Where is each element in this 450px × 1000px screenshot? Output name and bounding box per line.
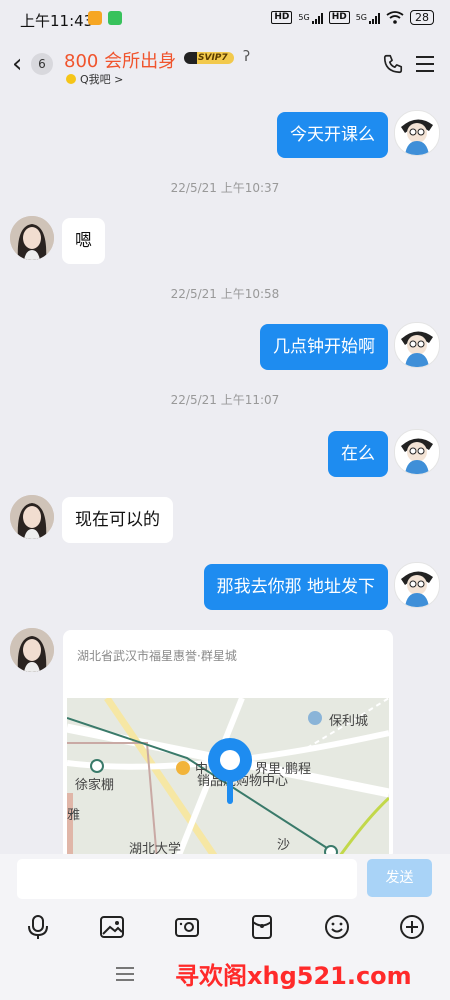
ear-icon[interactable]: ʔ (243, 49, 250, 65)
message-bubble-sent[interactable]: 几点钟开始啊 (260, 324, 388, 370)
network-gen-2: 5G (355, 13, 367, 22)
send-button[interactable]: 发送 (367, 859, 432, 897)
nav-menu-icon[interactable] (116, 966, 134, 982)
location-address: 湖北省武汉市福星惠誉·群星城 (77, 649, 237, 663)
signal-icon-2 (369, 12, 380, 24)
image-icon[interactable] (98, 913, 126, 941)
battery-icon: 28 (410, 10, 434, 25)
map-label: 保利城 (329, 714, 369, 729)
message-timestamp: 22/5/21 上午10:58 (170, 287, 280, 301)
plus-icon[interactable] (398, 913, 426, 941)
map-pin-icon (208, 738, 252, 804)
message-timestamp: 22/5/21 上午10:37 (170, 181, 280, 195)
location-message-card[interactable]: 湖北省武汉市福星惠誉·群星城 保利城 徐家棚 中 界里·鹏程 销品茂购物中心 湖… (63, 630, 393, 854)
notification-wechat-icon (108, 11, 122, 25)
signal-icon (311, 12, 323, 24)
chat-title[interactable]: 800 会所出身 (64, 47, 176, 73)
message-bubble-sent[interactable]: 今天开课么 (277, 112, 388, 158)
wifi-icon (386, 11, 404, 24)
menu-icon[interactable] (416, 56, 434, 72)
network-gen: 5G (298, 13, 310, 22)
map-label: 徐家棚 (75, 778, 115, 793)
my-avatar[interactable] (394, 322, 440, 368)
chat-header: ‹ 6 800 会所出身 SVIP7 ʔ Q我吧 > (0, 38, 450, 92)
my-avatar[interactable] (394, 110, 440, 156)
input-bar: 发送 (0, 854, 450, 904)
my-avatar[interactable] (394, 562, 440, 608)
vip-badge: SVIP7 (184, 52, 234, 64)
map-label: 沙 (277, 838, 291, 853)
my-avatar[interactable] (394, 429, 440, 475)
status-dot-icon (66, 74, 76, 84)
message-bubble-sent[interactable]: 在么 (328, 431, 388, 477)
hd-indicator: HD (271, 11, 293, 24)
contact-avatar[interactable] (10, 216, 54, 260)
message-input[interactable] (17, 859, 357, 899)
clock: 上午11:43 (20, 12, 94, 30)
chat-toolbar (0, 904, 450, 950)
microphone-icon[interactable] (24, 913, 52, 941)
map-label: 雅 (67, 808, 81, 823)
contact-avatar[interactable] (10, 495, 54, 539)
back-icon[interactable]: ‹ (12, 51, 22, 77)
red-packet-icon[interactable] (248, 913, 276, 941)
message-timestamp: 22/5/21 上午11:07 (170, 393, 280, 407)
emoji-icon[interactable] (323, 913, 351, 941)
contact-avatar[interactable] (10, 628, 54, 672)
chat-subtitle[interactable]: Q我吧 > (66, 71, 123, 87)
status-bar: 上午11:43 HD 5G HD 5G 28 (0, 0, 450, 38)
hd-indicator-2: HD (328, 11, 350, 24)
map-label: 湖北大学 (129, 842, 182, 854)
phone-icon[interactable] (382, 53, 404, 75)
chat-area[interactable]: 今天开课么 22/5/21 上午10:37 嗯 22/5/21 上午10:58 … (0, 92, 450, 854)
camera-icon[interactable] (173, 913, 201, 941)
message-bubble-received[interactable]: 嗯 (62, 218, 105, 264)
notification-app-icon (88, 11, 102, 25)
watermark: 寻欢阁xhg521.com (175, 962, 412, 990)
unread-count-badge[interactable]: 6 (31, 53, 53, 75)
message-bubble-received[interactable]: 现在可以的 (62, 497, 173, 543)
location-map[interactable]: 保利城 徐家棚 中 界里·鹏程 销品茂购物中心 湖北大学 沙 雅 (67, 698, 389, 854)
message-bubble-sent[interactable]: 那我去你那 地址发下 (203, 564, 388, 610)
